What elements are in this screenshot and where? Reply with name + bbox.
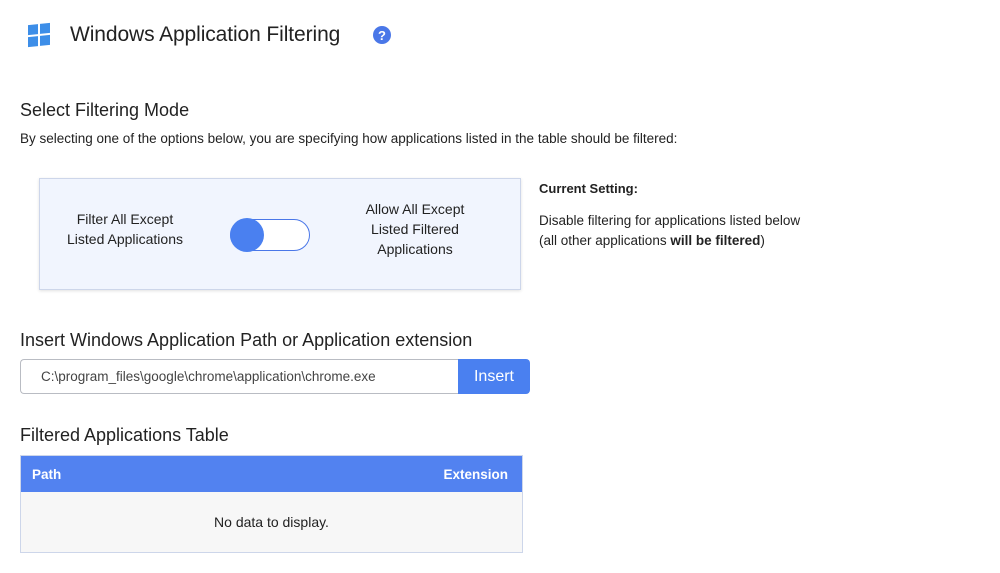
page-title: Windows Application Filtering (70, 23, 341, 46)
filter-all-except-label[interactable]: Filter All Except Listed Applications (60, 209, 190, 249)
allow-all-except-label[interactable]: Allow All Except Listed Filtered Applica… (350, 199, 480, 259)
application-path-input[interactable] (20, 359, 460, 394)
filtering-mode-description: By selecting one of the options below, y… (20, 131, 678, 146)
current-setting-label: Current Setting: (539, 181, 638, 196)
help-icon[interactable]: ? (373, 26, 391, 44)
windows-logo-icon (28, 22, 50, 48)
table-empty-state: No data to display. (21, 492, 522, 552)
filtering-mode-toggle[interactable] (230, 218, 310, 252)
insert-path-title: Insert Windows Application Path or Appli… (20, 330, 473, 350)
toggle-knob[interactable] (230, 218, 264, 252)
current-setting-description: Disable filtering for applications liste… (539, 213, 801, 228)
filtered-applications-table: Path Extension No data to display. (20, 455, 523, 553)
current-setting-note: (all other applications will be filtered… (539, 233, 765, 248)
table-header: Path Extension (21, 456, 522, 492)
app-logo (28, 22, 50, 48)
filtering-mode-title: Select Filtering Mode (20, 100, 190, 120)
filtered-table-title: Filtered Applications Table (20, 425, 229, 445)
column-header-extension[interactable]: Extension (443, 467, 508, 482)
column-header-path[interactable]: Path (32, 467, 61, 482)
filtering-mode-panel: Filter All Except Listed Applications Al… (39, 178, 521, 290)
insert-button[interactable]: Insert (458, 359, 530, 394)
